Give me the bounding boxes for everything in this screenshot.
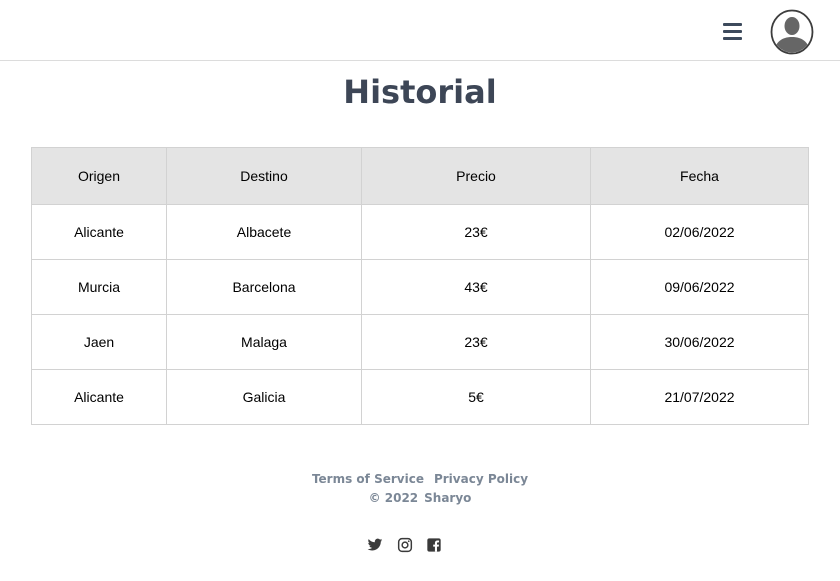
column-header-destino: Destino [166, 147, 362, 205]
cell-precio: 5€ [361, 369, 591, 425]
cell-destino: Albacete [166, 204, 362, 260]
cell-precio: 23€ [361, 204, 591, 260]
cell-destino: Barcelona [166, 259, 362, 315]
table-row: Jaen Malaga 23€ 30/06/2022 [31, 314, 809, 370]
cell-origen: Alicante [31, 204, 167, 260]
cell-origen: Alicante [31, 369, 167, 425]
top-navbar [0, 0, 840, 61]
privacy-policy-link[interactable]: Privacy Policy [434, 472, 528, 486]
column-header-origen: Origen [31, 147, 167, 205]
social-links [367, 537, 447, 555]
cell-fecha: 21/07/2022 [590, 369, 809, 425]
cell-precio: 23€ [361, 314, 591, 370]
cell-origen: Jaen [31, 314, 167, 370]
table-row: Alicante Albacete 23€ 02/06/2022 [31, 204, 809, 260]
footer-links: Terms of Service Privacy Policy [0, 472, 840, 486]
hamburger-menu-icon[interactable] [722, 21, 744, 43]
cell-precio: 43€ [361, 259, 591, 315]
brand-name: Sharyo [424, 491, 472, 505]
table-header-row: Origen Destino Precio Fecha [31, 147, 809, 205]
history-table: Origen Destino Precio Fecha Alicante Alb… [31, 147, 809, 425]
copyright-text: © 2022 [368, 491, 419, 505]
cell-destino: Galicia [166, 369, 362, 425]
twitter-icon[interactable] [367, 537, 383, 553]
cell-origen: Murcia [31, 259, 167, 315]
column-header-fecha: Fecha [590, 147, 809, 205]
page-title: Historial [343, 73, 497, 111]
facebook-icon[interactable] [426, 537, 442, 553]
footer-copyright: © 2022 Sharyo [0, 491, 840, 505]
cell-fecha: 30/06/2022 [590, 314, 809, 370]
terms-of-service-link[interactable]: Terms of Service [312, 472, 424, 486]
cell-fecha: 02/06/2022 [590, 204, 809, 260]
cell-destino: Malaga [166, 314, 362, 370]
table-row: Alicante Galicia 5€ 21/07/2022 [31, 369, 809, 425]
user-avatar-icon[interactable] [770, 9, 814, 55]
instagram-icon[interactable] [397, 537, 413, 553]
table-row: Murcia Barcelona 43€ 09/06/2022 [31, 259, 809, 315]
cell-fecha: 09/06/2022 [590, 259, 809, 315]
column-header-precio: Precio [361, 147, 591, 205]
